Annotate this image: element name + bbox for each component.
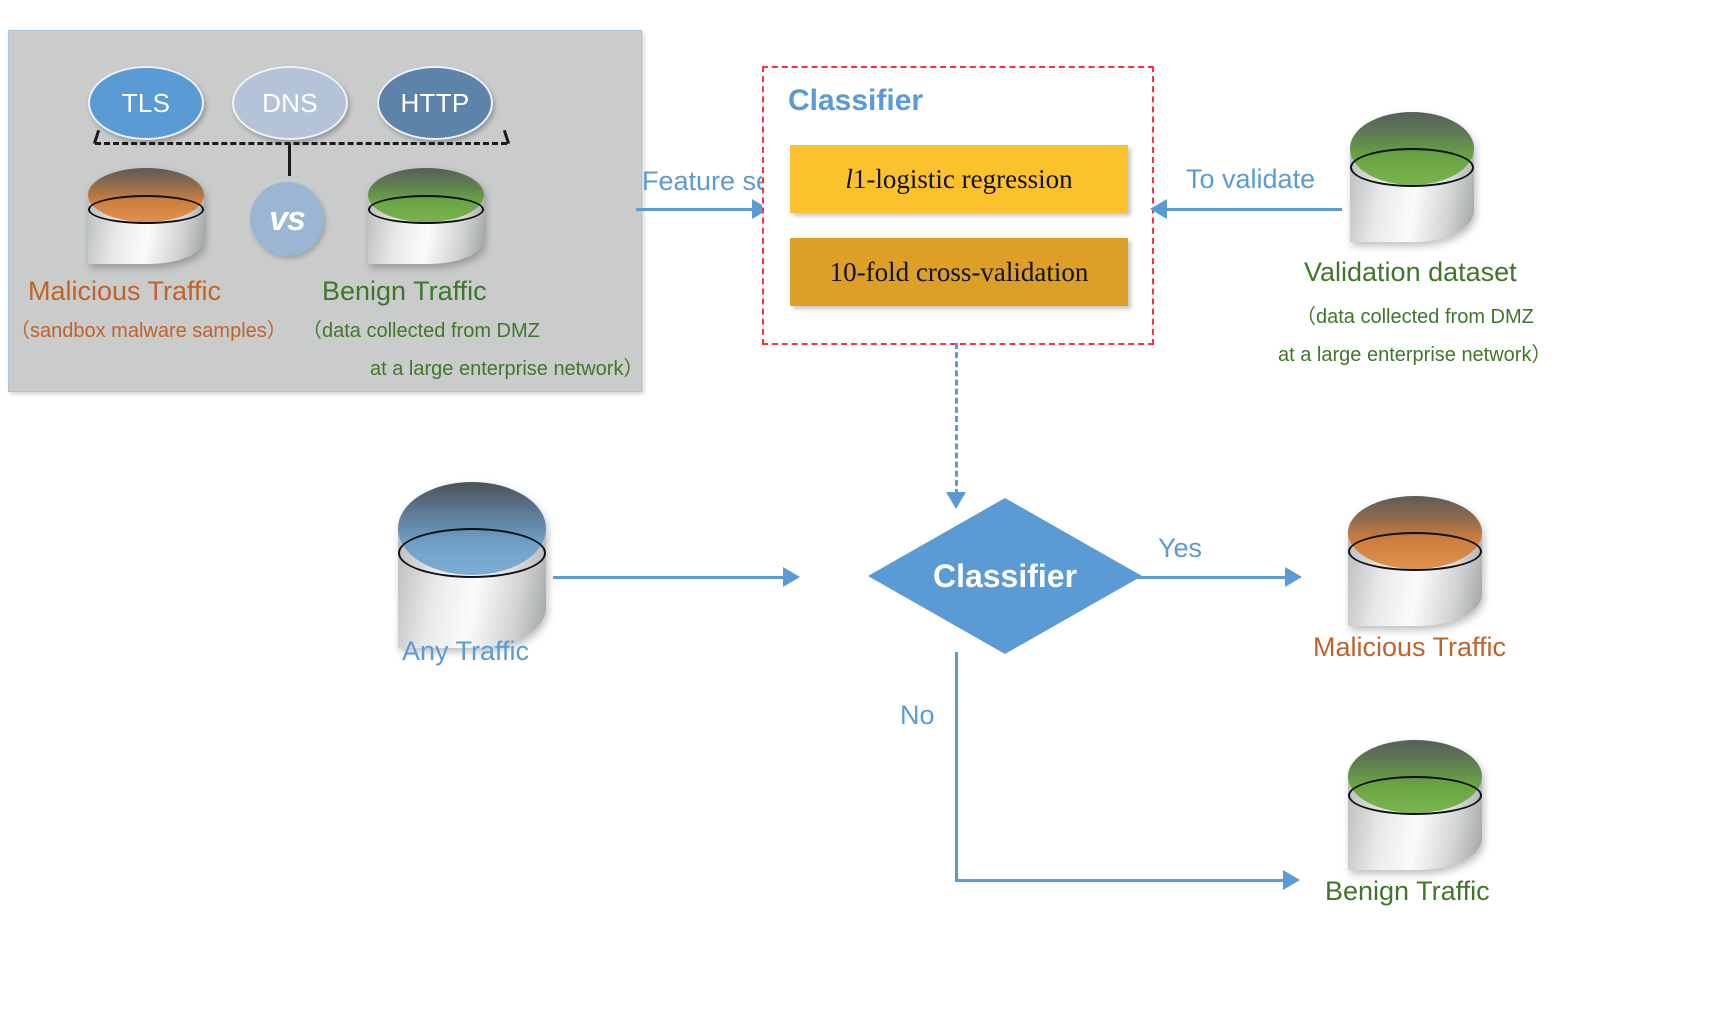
vs-label: vs	[269, 199, 306, 238]
feature-sets-arrow-line	[636, 208, 754, 211]
brace-stem-line	[288, 144, 291, 176]
validation-dataset-sublabel-line1: （data collected from DMZ	[1296, 306, 1534, 328]
cylinder-rim	[368, 194, 484, 224]
benign-traffic-sublabel-line2: at a large enterprise network）	[370, 358, 644, 380]
algorithm-label-logistic-regression: l1-logistic regression	[845, 164, 1072, 195]
decision-diamond-label: Classifier	[932, 557, 1078, 594]
no-branch-horizontal-line	[955, 879, 1285, 882]
cylinder-output-benign	[1348, 740, 1482, 870]
algorithm-label-rest: 1-logistic regression	[852, 163, 1073, 194]
to-validate-arrow-label: To validate	[1186, 164, 1316, 194]
protocol-ellipse-http[interactable]: HTTP	[377, 66, 493, 140]
arrow-head-down-icon	[946, 492, 966, 509]
any-traffic-label: Any Traffic	[402, 636, 530, 666]
algorithm-label-italic-l: l	[845, 163, 853, 194]
cylinder-rim	[88, 194, 204, 224]
arrow-head-right-icon	[1285, 567, 1302, 587]
algorithm-box-cross-validation[interactable]: 10-fold cross-validation	[790, 238, 1128, 306]
output-benign-traffic-label: Benign Traffic	[1325, 876, 1490, 906]
diagram-canvas: TLS DNS HTTP vs Malicious Traffic （sandb…	[0, 0, 1730, 1026]
decision-diamond-classifier[interactable]: Classifier	[868, 498, 1142, 654]
algorithm-box-logistic-regression[interactable]: l1-logistic regression	[790, 145, 1128, 213]
yes-branch-line	[1124, 576, 1287, 579]
cylinder-any-traffic	[398, 482, 546, 648]
protocol-label-dns: DNS	[262, 87, 318, 118]
cylinder-validation-dataset	[1350, 112, 1474, 242]
cylinder-rim	[398, 528, 546, 579]
malicious-traffic-sublabel: （sandbox malware samples）	[10, 320, 287, 342]
arrow-head-right-icon	[783, 567, 800, 587]
yes-branch-label: Yes	[1158, 533, 1203, 563]
cylinder-benign-traffic	[368, 168, 484, 264]
classifier-to-decision-dashed-line	[955, 343, 958, 495]
output-malicious-traffic-label: Malicious Traffic	[1313, 632, 1507, 662]
classifier-box-title: Classifier	[788, 84, 924, 117]
brace-dashed-line	[95, 142, 507, 145]
protocol-ellipse-tls[interactable]: TLS	[88, 66, 204, 140]
vs-badge: vs	[250, 182, 324, 256]
protocol-ellipse-dns[interactable]: DNS	[232, 66, 348, 140]
no-branch-label: No	[900, 700, 935, 730]
benign-traffic-label: Benign Traffic	[322, 276, 487, 306]
cylinder-malicious-traffic	[88, 168, 204, 264]
arrow-head-left-icon	[1150, 199, 1167, 219]
algorithm-label-cross-validation: 10-fold cross-validation	[829, 256, 1089, 287]
protocol-label-http: HTTP	[400, 87, 470, 118]
to-validate-arrow-line	[1164, 208, 1342, 211]
validation-dataset-sublabel-line2: at a large enterprise network）	[1278, 344, 1552, 366]
cylinder-output-malicious	[1348, 496, 1482, 626]
any-traffic-to-decision-line	[553, 576, 785, 579]
malicious-traffic-label: Malicious Traffic	[28, 276, 222, 306]
arrow-head-right-icon	[1283, 870, 1300, 890]
no-branch-vertical-line	[955, 652, 958, 882]
benign-traffic-sublabel-line1: （data collected from DMZ	[302, 320, 540, 342]
protocol-label-tls: TLS	[121, 87, 171, 118]
validation-dataset-label: Validation dataset	[1304, 257, 1517, 287]
